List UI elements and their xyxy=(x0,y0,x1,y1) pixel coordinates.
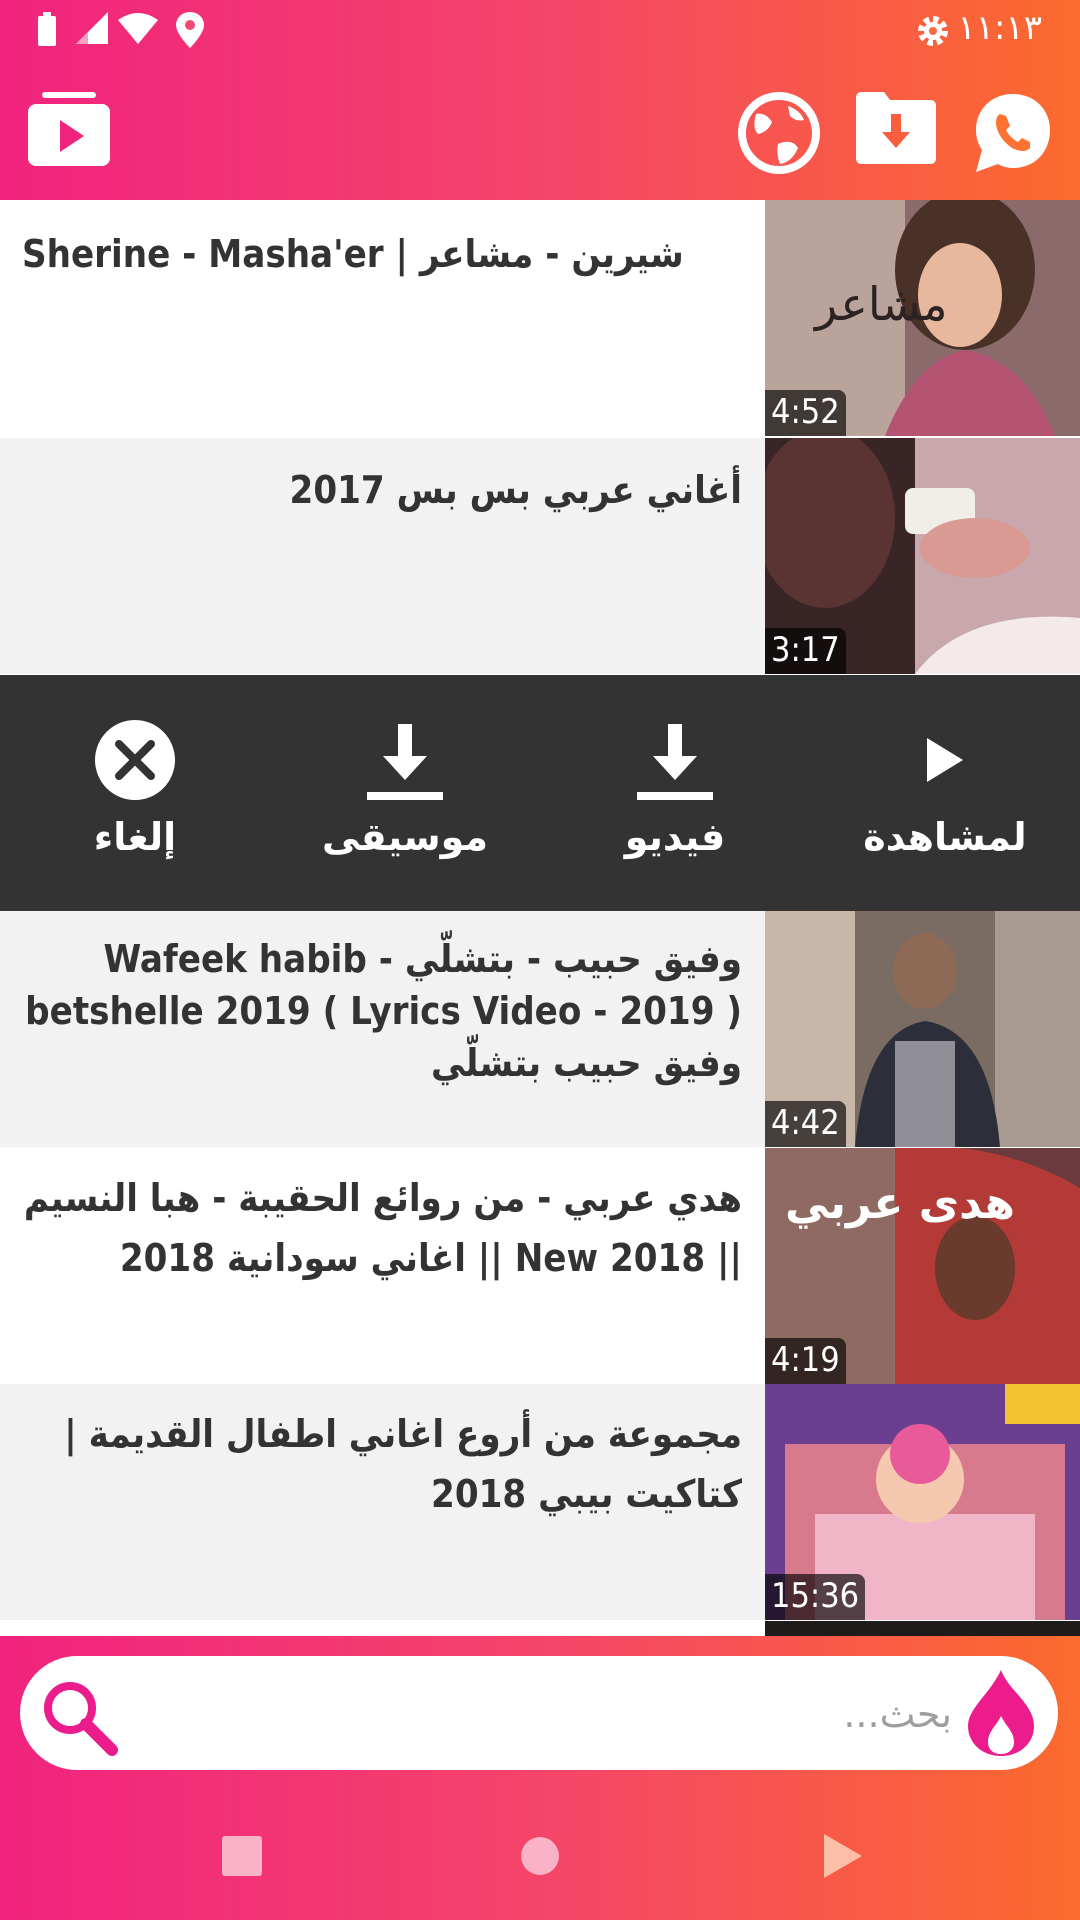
video-thumbnail xyxy=(765,1621,1080,1636)
video-duration: 4:52 xyxy=(765,390,846,436)
search-input[interactable] xyxy=(150,1678,954,1750)
video-list-item[interactable]: مجموعة من أروع اغاني اطفال القديمة | كتا… xyxy=(0,1384,1080,1620)
video-title: أغاني عربي بس بس 2017 xyxy=(289,468,742,512)
video-duration: 4:19 xyxy=(765,1338,846,1384)
search-bar[interactable] xyxy=(20,1656,1058,1770)
watch-button[interactable]: لمشاهدة xyxy=(810,675,1080,911)
download-icon xyxy=(637,724,713,800)
download-music-button[interactable]: موسيقى xyxy=(270,675,540,911)
location-icon xyxy=(176,12,204,48)
signal-icon xyxy=(76,12,108,44)
video-list-item[interactable]: أغاني عربي بس بس 2017 3:17 xyxy=(0,438,1080,674)
close-icon xyxy=(95,720,175,800)
svg-text:هدى عربي: هدى عربي xyxy=(785,1178,1015,1229)
downloads-icon[interactable] xyxy=(856,92,936,164)
video-list-item[interactable]: Sherine - Masha'er | شيرين - مشاعر مشاعر… xyxy=(0,200,1080,436)
video-duration: 3:17 xyxy=(765,628,846,674)
cancel-label: إلغاء xyxy=(93,815,177,859)
download-video-button[interactable]: فيديو xyxy=(540,675,810,911)
video-action-bar: لمشاهدة فيديو موسيقى إلغاء xyxy=(0,675,1080,911)
status-time: ١١:١٣ xyxy=(957,8,1042,48)
app-logo-play-icon[interactable] xyxy=(28,92,110,166)
cancel-button[interactable]: إلغاء xyxy=(0,675,270,911)
video-list-item[interactable]: وفيق حبيب - بتشلّي - Wafeek habib betshe… xyxy=(0,911,1080,1147)
bottom-bar xyxy=(0,1636,1080,1920)
video-thumbnail[interactable]: مشاعر 4:52 xyxy=(765,200,1080,436)
video-thumbnail[interactable]: هدى عربي 4:19 xyxy=(765,1148,1080,1384)
video-list: Sherine - Masha'er | شيرين - مشاعر مشاعر… xyxy=(0,200,1080,1636)
app-header: ١١:١٣ xyxy=(0,0,1080,200)
nav-home-icon[interactable] xyxy=(520,1836,560,1876)
play-icon xyxy=(927,738,963,782)
trending-flame-icon[interactable] xyxy=(968,1670,1034,1756)
video-thumbnail[interactable]: 15:36 xyxy=(765,1384,1080,1620)
video-list-item[interactable]: هدي عربي - من روائع الحقيبة - هبا النسيم… xyxy=(0,1148,1080,1384)
status-bar: ١١:١٣ xyxy=(0,0,1080,62)
video-title: هدي عربي - من روائع الحقيبة - هبا النسيم… xyxy=(23,1176,742,1280)
settings-gear-icon xyxy=(918,16,948,46)
download-icon xyxy=(367,724,443,800)
video-title: Sherine - Masha'er | شيرين - مشاعر xyxy=(22,232,684,276)
video-thumbnail[interactable]: 3:17 xyxy=(765,438,1080,674)
video-list-item-partial xyxy=(0,1621,1080,1636)
download-video-label: فيديو xyxy=(624,815,726,859)
download-music-label: موسيقى xyxy=(321,815,489,859)
nav-back-icon[interactable] xyxy=(820,1832,864,1880)
wifi-icon xyxy=(118,13,158,44)
nav-recents-icon[interactable] xyxy=(222,1836,262,1876)
video-duration: 4:42 xyxy=(765,1101,846,1147)
search-icon[interactable] xyxy=(40,1678,118,1756)
video-title: مجموعة من أروع اغاني اطفال القديمة | كتا… xyxy=(64,1412,742,1516)
battery-icon xyxy=(38,12,56,46)
watch-label: لمشاهدة xyxy=(863,815,1027,859)
svg-text:مشاعر: مشاعر xyxy=(813,277,948,332)
video-thumbnail[interactable]: 4:42 xyxy=(765,911,1080,1147)
video-title: وفيق حبيب - بتشلّي - Wafeek habib betshe… xyxy=(25,937,742,1085)
whatsapp-icon[interactable] xyxy=(972,92,1054,174)
video-duration: 15:36 xyxy=(765,1574,866,1620)
globe-icon[interactable] xyxy=(738,92,820,174)
